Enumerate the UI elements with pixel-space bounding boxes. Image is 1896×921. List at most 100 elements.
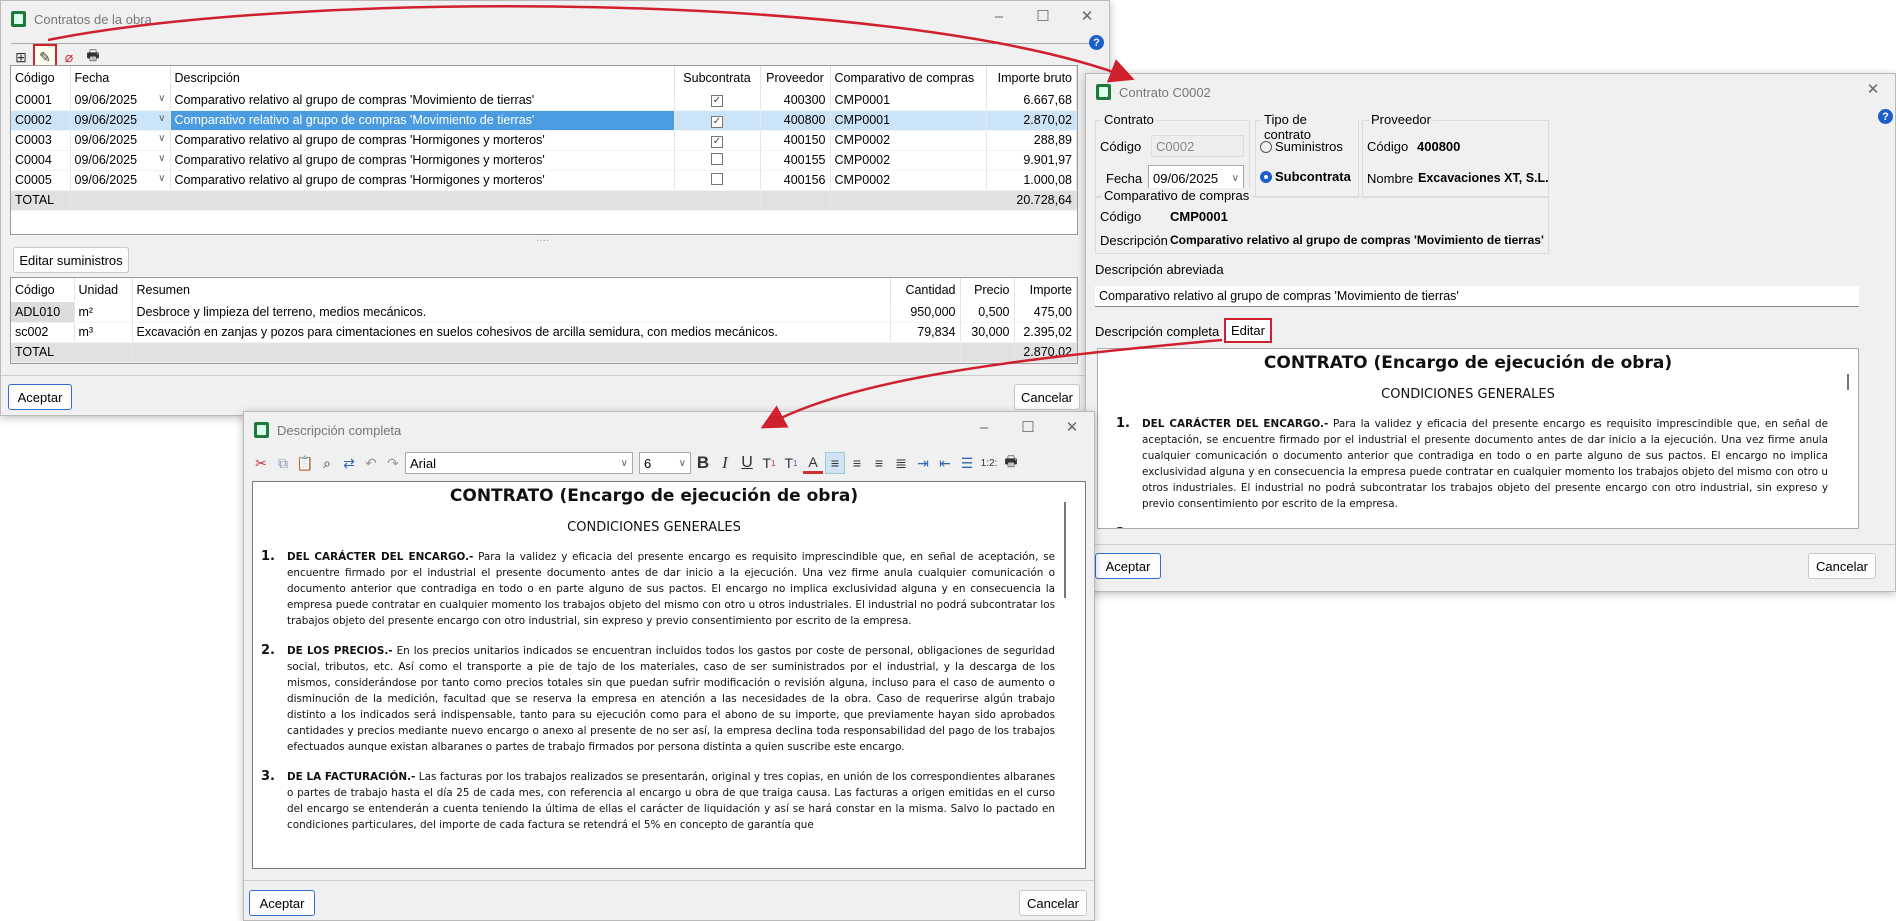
rich-text-editor[interactable]: CONTRATO (Encargo de ejecución de obra) C… bbox=[252, 481, 1086, 869]
splitter[interactable]: ···· bbox=[536, 235, 549, 246]
col-codigo[interactable]: Código bbox=[11, 66, 71, 90]
close-button[interactable]: ✕ bbox=[1851, 74, 1895, 104]
accept-button[interactable]: Aceptar bbox=[1095, 553, 1161, 579]
cell-fecha[interactable]: 09/06/2025 ∨ bbox=[70, 130, 171, 151]
col-cantidad[interactable]: Cantidad bbox=[890, 278, 961, 302]
redo-icon[interactable]: ↷ bbox=[383, 452, 403, 474]
subscript-icon[interactable]: T1 bbox=[781, 452, 801, 474]
radio-suministros[interactable]: Suministros bbox=[1260, 139, 1343, 154]
cell-unidad[interactable]: m² bbox=[74, 302, 133, 323]
cell-codigo[interactable]: sc002 bbox=[11, 322, 75, 343]
undo-icon[interactable]: ↶ bbox=[361, 452, 381, 474]
numbered-list-icon[interactable]: 1:2: bbox=[979, 452, 999, 474]
checkbox[interactable]: ✓ bbox=[711, 115, 723, 128]
italic-icon[interactable]: I bbox=[715, 452, 735, 474]
cell-cantidad[interactable]: 79,834 bbox=[890, 322, 961, 343]
cell-comparativo[interactable]: CMP0002 bbox=[830, 150, 987, 171]
col-unidad[interactable]: Unidad bbox=[74, 278, 133, 302]
table-row[interactable]: C0005 09/06/2025 ∨ Comparativo relativo a… bbox=[11, 170, 1077, 191]
size-select[interactable]: 6 ∨ bbox=[639, 452, 691, 474]
cell-precio[interactable]: 0,500 bbox=[960, 302, 1015, 323]
bold-icon[interactable]: B bbox=[693, 452, 713, 474]
table-row[interactable]: C0003 09/06/2025 ∨ Comparativo relativo a… bbox=[11, 130, 1077, 151]
cell-fecha[interactable]: 09/06/2025 ∨ bbox=[70, 170, 171, 191]
col-precio[interactable]: Precio bbox=[960, 278, 1015, 302]
cell-subcontrata[interactable]: ✓ bbox=[674, 90, 761, 111]
table-row[interactable]: sc002 m³ Excavación en zanjas y pozos pa… bbox=[11, 322, 1077, 343]
replace-icon[interactable]: ⇄ bbox=[339, 452, 359, 474]
help-icon[interactable]: ? bbox=[1878, 109, 1893, 124]
cell-descripcion[interactable]: Comparativo relativo al grupo de compras… bbox=[170, 130, 675, 151]
table-row[interactable]: C0001 09/06/2025 ∨ Comparativo relativo a… bbox=[11, 90, 1077, 111]
cell-codigo[interactable]: C0001 bbox=[11, 90, 71, 111]
col-importe[interactable]: Importe bruto bbox=[986, 66, 1077, 90]
scrollbar[interactable] bbox=[1847, 374, 1849, 390]
cell-proveedor[interactable]: 400800 bbox=[760, 110, 831, 131]
desc-abrev-input[interactable]: Comparativo relativo al grupo de compras… bbox=[1095, 286, 1859, 307]
table-row[interactable]: C0004 09/06/2025 ∨ Comparativo relativo a… bbox=[11, 150, 1077, 171]
cell-comparativo[interactable]: CMP0001 bbox=[830, 90, 987, 111]
cell-subcontrata[interactable]: ✓ bbox=[674, 110, 761, 131]
maximize-button[interactable]: ☐ bbox=[1021, 1, 1065, 31]
cell-unidad[interactable]: m³ bbox=[74, 322, 133, 343]
cell-precio[interactable]: 30,000 bbox=[960, 322, 1015, 343]
cell-codigo[interactable]: C0003 bbox=[11, 130, 71, 151]
minimize-button[interactable]: – bbox=[962, 412, 1006, 442]
accept-button[interactable]: Aceptar bbox=[249, 890, 315, 916]
print-icon[interactable]: 🖶 bbox=[1001, 452, 1021, 474]
cell-codigo[interactable]: C0004 bbox=[11, 150, 71, 171]
cell-descripcion[interactable]: Comparativo relativo al grupo de compras… bbox=[170, 90, 675, 111]
close-button[interactable]: ✕ bbox=[1050, 412, 1094, 442]
font-select[interactable]: Arial ∨ bbox=[405, 452, 633, 474]
cell-descripcion[interactable]: Comparativo relativo al grupo de compras… bbox=[170, 110, 675, 131]
cell-comparativo[interactable]: CMP0002 bbox=[830, 170, 987, 191]
edit-supplies-button[interactable]: Editar suministros bbox=[13, 247, 129, 273]
chevron-down-icon[interactable]: ∨ bbox=[158, 133, 165, 144]
cell-comparativo[interactable]: CMP0001 bbox=[830, 110, 987, 131]
cell-cantidad[interactable]: 950,000 bbox=[890, 302, 961, 323]
close-button[interactable]: ✕ bbox=[1065, 1, 1109, 31]
scrollbar[interactable] bbox=[1064, 502, 1066, 598]
accept-button[interactable]: Aceptar bbox=[8, 384, 72, 410]
cell-subcontrata[interactable] bbox=[674, 150, 761, 171]
edit-button[interactable]: Editar bbox=[1224, 318, 1272, 343]
minimize-button[interactable]: – bbox=[977, 1, 1021, 31]
col-resumen[interactable]: Resumen bbox=[132, 278, 891, 302]
cell-proveedor[interactable]: 400155 bbox=[760, 150, 831, 171]
outdent-icon[interactable]: ⇤ bbox=[935, 452, 955, 474]
col-proveedor[interactable]: Proveedor bbox=[760, 66, 831, 90]
checkbox[interactable] bbox=[711, 152, 723, 165]
radio-subcontrata[interactable]: Subcontrata bbox=[1260, 169, 1351, 184]
cancel-button[interactable]: Cancelar bbox=[1019, 890, 1087, 916]
text-color-icon[interactable]: A bbox=[803, 452, 823, 474]
cell-proveedor[interactable]: 400150 bbox=[760, 130, 831, 151]
checkbox[interactable] bbox=[711, 172, 723, 185]
cell-descripcion[interactable]: Comparativo relativo al grupo de compras… bbox=[170, 170, 675, 191]
cell-subcontrata[interactable] bbox=[674, 170, 761, 191]
justify-icon[interactable]: ≣ bbox=[891, 452, 911, 474]
align-center-icon[interactable]: ≡ bbox=[847, 452, 867, 474]
align-left-icon[interactable]: ≡ bbox=[825, 452, 845, 474]
col-comparativo[interactable]: Comparativo de compras bbox=[830, 66, 987, 90]
cell-subcontrata[interactable]: ✓ bbox=[674, 130, 761, 151]
copy-icon[interactable]: ⧉ bbox=[273, 452, 293, 474]
checkbox[interactable]: ✓ bbox=[711, 135, 723, 148]
maximize-button[interactable]: ☐ bbox=[1006, 412, 1050, 442]
cell-codigo[interactable]: ADL010 bbox=[11, 302, 75, 323]
align-right-icon[interactable]: ≡ bbox=[869, 452, 889, 474]
find-icon[interactable]: ⌕ bbox=[317, 452, 337, 474]
col-subcontrata[interactable]: Subcontrata bbox=[674, 66, 761, 90]
cancel-button[interactable]: Cancelar bbox=[1808, 553, 1876, 579]
chevron-down-icon[interactable]: ∨ bbox=[158, 153, 165, 164]
cell-fecha[interactable]: 09/06/2025 ∨ bbox=[70, 150, 171, 171]
bullet-list-icon[interactable]: ☰ bbox=[957, 452, 977, 474]
superscript-icon[interactable]: T1 bbox=[759, 452, 779, 474]
chevron-down-icon[interactable]: ∨ bbox=[158, 113, 165, 124]
table-row[interactable]: ADL010 m² Desbroce y limpieza del terren… bbox=[11, 302, 1077, 323]
underline-icon[interactable]: U bbox=[737, 452, 757, 474]
chevron-down-icon[interactable]: ∨ bbox=[158, 173, 165, 184]
indent-icon[interactable]: ⇥ bbox=[913, 452, 933, 474]
cell-proveedor[interactable]: 400300 bbox=[760, 90, 831, 111]
cancel-button[interactable]: Cancelar bbox=[1014, 384, 1080, 410]
help-icon[interactable]: ? bbox=[1089, 35, 1104, 50]
